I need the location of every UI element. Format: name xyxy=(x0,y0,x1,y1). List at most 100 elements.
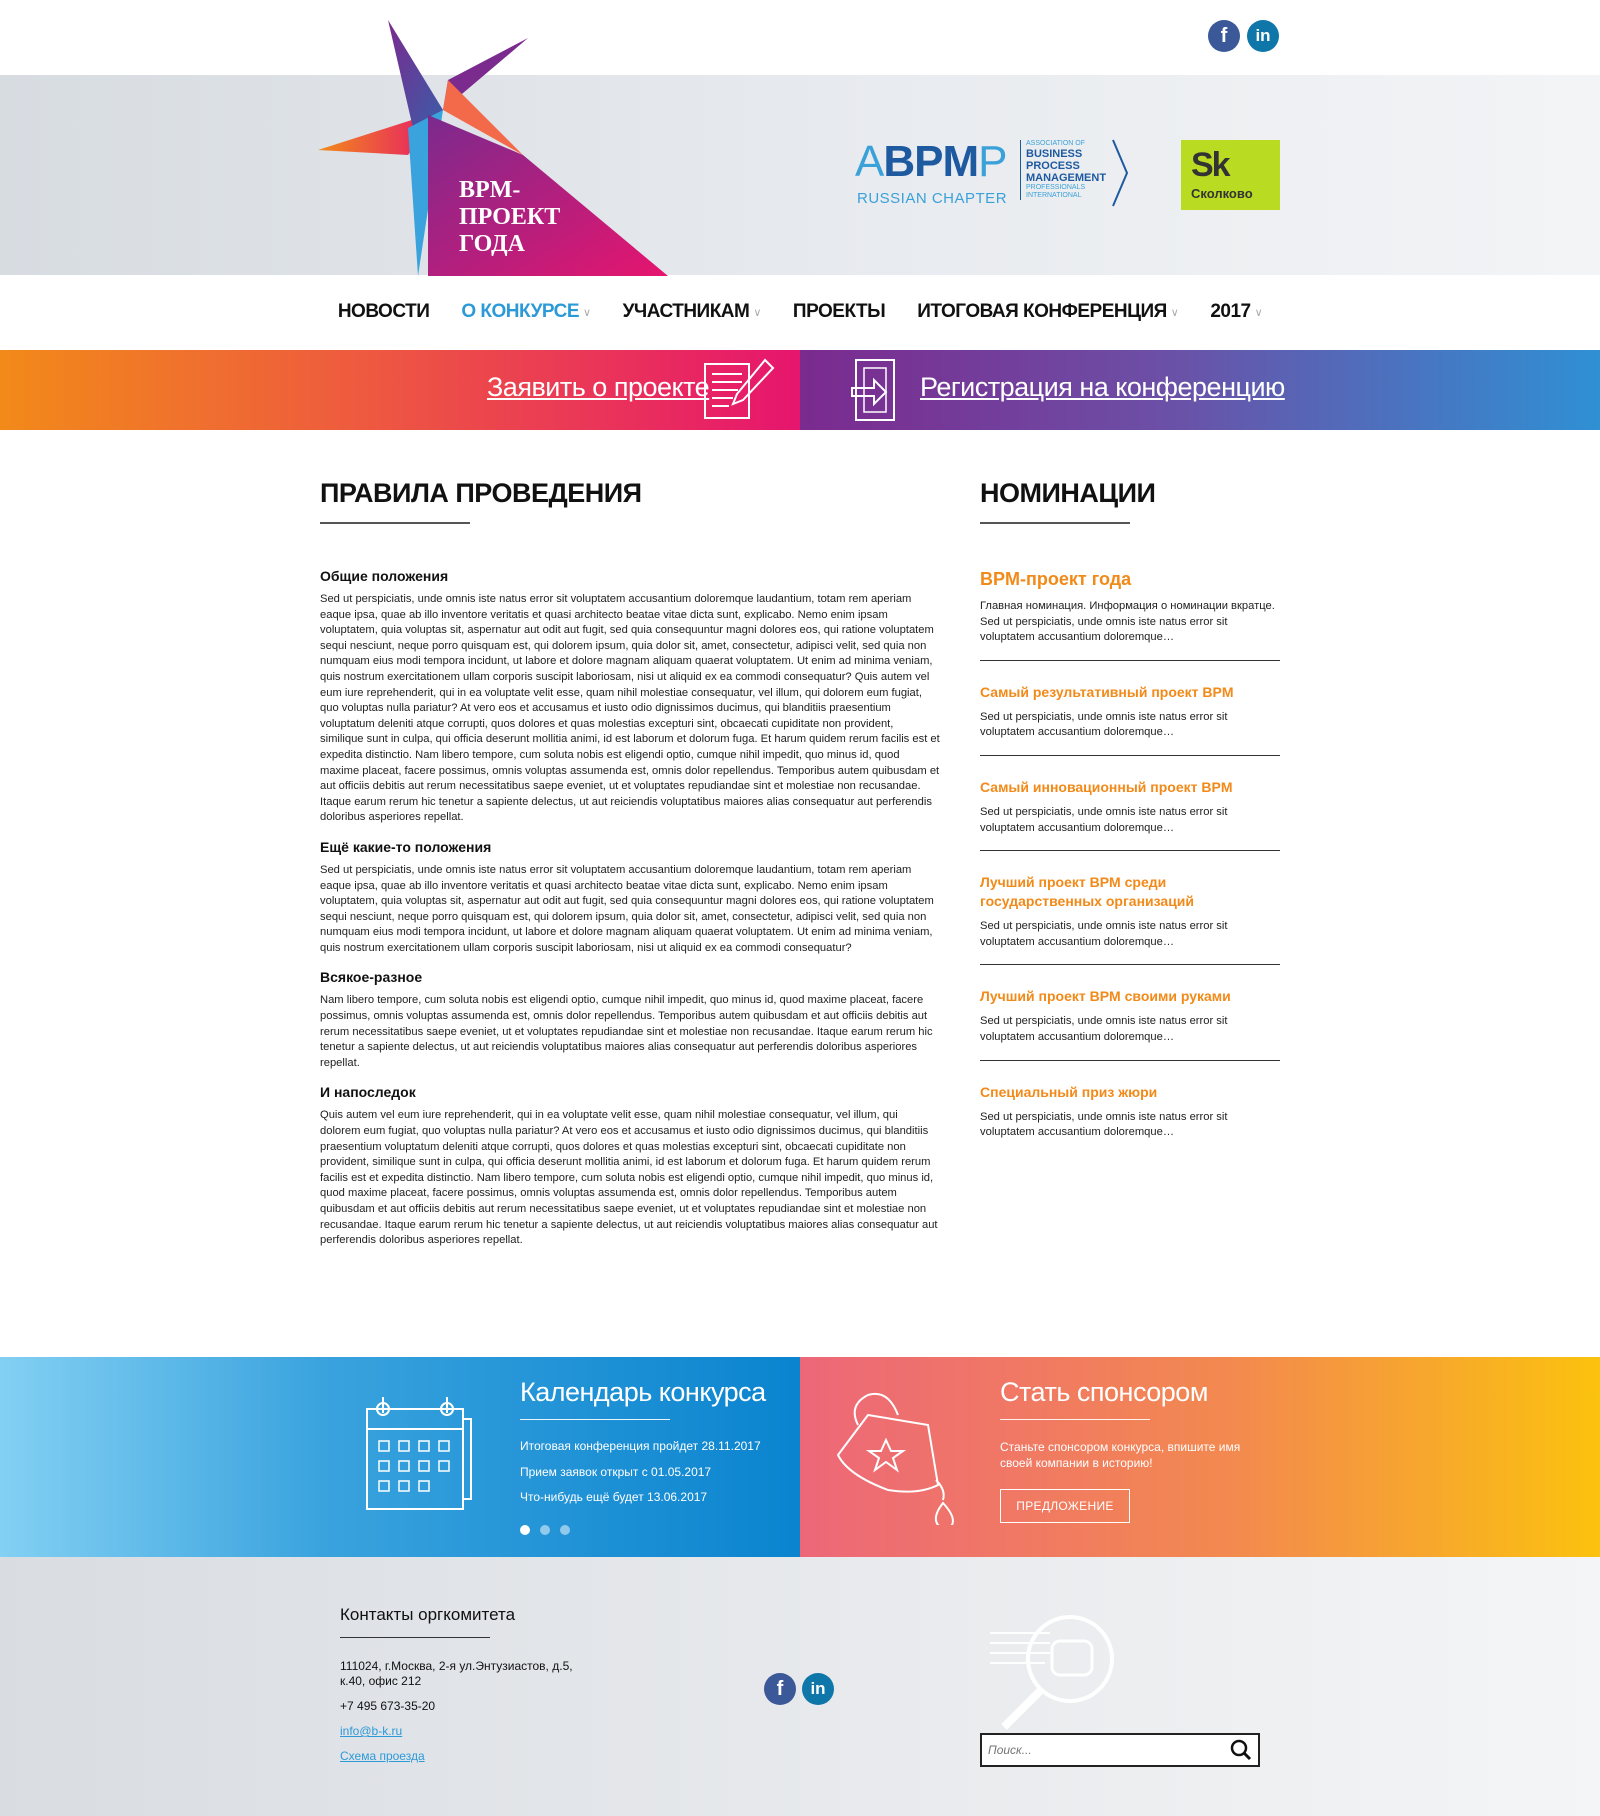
nomination-item: Лучший проект BPM своими руками Sed ut p… xyxy=(980,987,1280,1061)
contacts-title: Контакты оргкомитета xyxy=(340,1605,516,1624)
chevron-down-icon: ∨ xyxy=(1254,306,1263,319)
footer-social-links: f in xyxy=(764,1673,834,1705)
header-band xyxy=(0,75,1600,275)
nomination-desc: Sed ut perspiciatis, unde omnis iste nat… xyxy=(980,1110,1228,1139)
abpmp-letter-p: P xyxy=(978,137,1007,186)
linkedin-icon[interactable]: in xyxy=(802,1673,834,1705)
nav-label: О КОНКУРСЕ xyxy=(461,301,579,322)
calendar-pagination xyxy=(520,1525,570,1535)
search-box xyxy=(980,1733,1260,1767)
chevron-down-icon: ∨ xyxy=(753,306,761,319)
abpmp-management: MANAGEMENT xyxy=(1026,172,1107,184)
abpmp-chapter: RUSSIAN CHAPTER xyxy=(857,190,1008,207)
logo-line-2: ПРОЕКТ xyxy=(459,204,561,230)
chevron-down-icon: ∨ xyxy=(583,306,591,319)
nomination-title-link[interactable]: Самый результативный проект BPM xyxy=(980,683,1280,702)
nav-label: 2017 xyxy=(1210,301,1251,322)
nomination-item: Самый инновационный проект BPM Sed ut pe… xyxy=(980,778,1280,852)
pagination-dot[interactable] xyxy=(520,1525,530,1535)
nomination-title-link[interactable]: BPM-проект года xyxy=(980,570,1280,589)
nav-item-projects[interactable]: ПРОЕКТЫ xyxy=(777,296,901,328)
rules-section-text: Quis autem vel eum iure reprehenderit, q… xyxy=(320,1109,938,1247)
rules-content: Общие положения Sed ut perspiciatis, und… xyxy=(320,568,940,1262)
skolkovo-name: Сколково xyxy=(1191,186,1253,201)
contacts-title-underline xyxy=(340,1637,490,1638)
abpmp-professionals: PROFESSIONALS xyxy=(1026,184,1086,191)
calendar-title-underline xyxy=(520,1419,670,1420)
abpmp-international: INTERNATIONAL xyxy=(1026,192,1082,199)
abpmp-business: BUSINESS xyxy=(1026,148,1083,160)
facebook-icon[interactable]: f xyxy=(1208,20,1240,52)
calendar-event: Что-нибудь ещё будет 13.06.2017 xyxy=(520,1490,708,1504)
nomination-title-link[interactable]: Лучший проект BPM своими руками xyxy=(980,987,1280,1006)
nominations-title: НОМИНАЦИИ xyxy=(980,478,1156,508)
nomination-item: BPM-проект года Главная номинация. Инфор… xyxy=(980,570,1280,661)
logo-title: BPM- ПРОЕКТ ГОДА xyxy=(459,177,599,258)
nav-item-about[interactable]: О КОНКУРСЕ ∨ xyxy=(445,296,606,328)
abpmp-wordmark: ABPMP xyxy=(855,137,1008,186)
rules-title: ПРАВИЛА ПРОВЕДЕНИЯ xyxy=(320,478,642,508)
abpmp-assoc: ASSOCIATION OF xyxy=(1026,140,1085,147)
apply-project-link[interactable]: Заявить о проекте xyxy=(487,372,710,403)
promo-band: Календарь конкурса Итоговая конференция … xyxy=(0,1357,1600,1557)
calendar-event: Итоговая конференция пройдет 28.11.2017 xyxy=(520,1439,761,1453)
money-bag-pour-icon xyxy=(836,1393,954,1525)
nav-label: УЧАСТНИКАМ xyxy=(622,301,750,322)
nav-item-participants[interactable]: УЧАСТНИКАМ ∨ xyxy=(607,296,777,328)
nomination-title-link[interactable]: Специальный приз жюри xyxy=(980,1083,1280,1102)
calendar-title: Календарь конкурса xyxy=(520,1377,766,1407)
pagination-dot[interactable] xyxy=(540,1525,550,1535)
calendar-icon xyxy=(366,1397,472,1510)
nomination-title-link[interactable]: Лучший проект BPM среди государственных … xyxy=(980,873,1280,911)
nav-label: ПРОЕКТЫ xyxy=(792,301,886,322)
chevron-down-icon: ∨ xyxy=(1170,306,1179,319)
nav-item-news[interactable]: НОВОСТИ xyxy=(322,296,446,328)
calendar-event: Прием заявок открыт с 01.05.2017 xyxy=(520,1464,712,1479)
sponsor-title: Стать спонсором xyxy=(1000,1377,1208,1407)
cta-band: Заявить о проекте Регистрация на конфере… xyxy=(0,350,1600,430)
main-nav: НОВОСТИ О КОНКУРСЕ ∨ УЧАСТНИКАМ ∨ ПРОЕКТЫ … xyxy=(0,296,1600,328)
contact-phone: +7 495 673-35-20 xyxy=(340,1699,436,1713)
contact-email-link[interactable]: info@b-k.ru xyxy=(340,1724,580,1739)
rules-section-heading: Ещё какие-то положения xyxy=(320,838,492,855)
nomination-item: Самый результативный проект BPM Sed ut p… xyxy=(980,683,1280,756)
skolkovo-mark: Sk xyxy=(1191,146,1231,184)
nav-item-conference[interactable]: ИТОГОВАЯ КОНФЕРЕНЦИЯ ∨ xyxy=(901,296,1194,328)
contacts-info: 111024, г.Москва, 2-я ул.Энтузиастов, д.… xyxy=(340,1659,580,1774)
door-enter-icon[interactable] xyxy=(850,358,900,422)
nominations-title-underline xyxy=(980,522,1130,524)
nominations-list: BPM-проект года Главная номинация. Инфор… xyxy=(980,570,1280,1177)
sponsor-offer-button[interactable]: ПРЕДЛОЖЕНИЕ xyxy=(1000,1489,1130,1523)
document-pen-icon[interactable] xyxy=(703,358,775,422)
logo-line-3: ГОДА xyxy=(459,231,525,257)
magnifier-decoration-icon xyxy=(990,1615,1114,1730)
facebook-icon[interactable]: f xyxy=(764,1673,796,1705)
sponsor-title-underline xyxy=(1000,1419,1150,1420)
nav-item-year[interactable]: 2017 ∨ xyxy=(1194,296,1278,328)
header-social-links: f in xyxy=(1208,20,1279,52)
abpmp-letter-a: A xyxy=(855,137,884,186)
nomination-desc: Sed ut perspiciatis, unde omnis iste nat… xyxy=(980,1015,1228,1043)
nomination-desc: Sed ut perspiciatis, unde omnis iste nat… xyxy=(980,805,1228,834)
linkedin-icon[interactable]: in xyxy=(1247,20,1279,52)
map-link[interactable]: Схема проезда xyxy=(340,1749,580,1764)
abpmp-process: PROCESS xyxy=(1026,160,1080,172)
rules-section-text: Sed ut perspiciatis, unde omnis iste nat… xyxy=(320,593,940,824)
rules-section-heading: Общие положения xyxy=(320,568,449,584)
abpmp-logo[interactable]: ABPMP RUSSIAN CHAPTER ASSOCIATION OF BUS… xyxy=(855,138,1135,213)
skolkovo-logo[interactable]: Sk Сколково xyxy=(1181,140,1280,210)
search-input[interactable] xyxy=(982,1742,1224,1758)
nomination-title-link[interactable]: Самый инновационный проект BPM xyxy=(980,778,1280,797)
sponsor-text: Станьте спонсором конкурса, впишите имя … xyxy=(1000,1440,1241,1470)
nomination-item: Лучший проект BPM среди государственных … xyxy=(980,873,1280,966)
nomination-item: Специальный приз жюри Sed ut perspiciati… xyxy=(980,1083,1280,1155)
site-footer: Контакты оргкомитета 111024, г.Москва, 2… xyxy=(0,1557,1600,1816)
pagination-dot[interactable] xyxy=(560,1525,570,1535)
search-icon[interactable] xyxy=(1224,1735,1258,1765)
nav-label: ИТОГОВАЯ КОНФЕРЕНЦИЯ xyxy=(917,301,1167,322)
nav-label: НОВОСТИ xyxy=(337,301,430,322)
abpmp-letters-bpm: BPM xyxy=(883,137,979,186)
register-conference-link[interactable]: Регистрация на конференцию xyxy=(920,372,1285,403)
nomination-desc: Главная номинация. Информация о номинаци… xyxy=(980,600,1275,644)
calendar-events: Итоговая конференция пройдет 28.11.2017 … xyxy=(520,1439,761,1516)
